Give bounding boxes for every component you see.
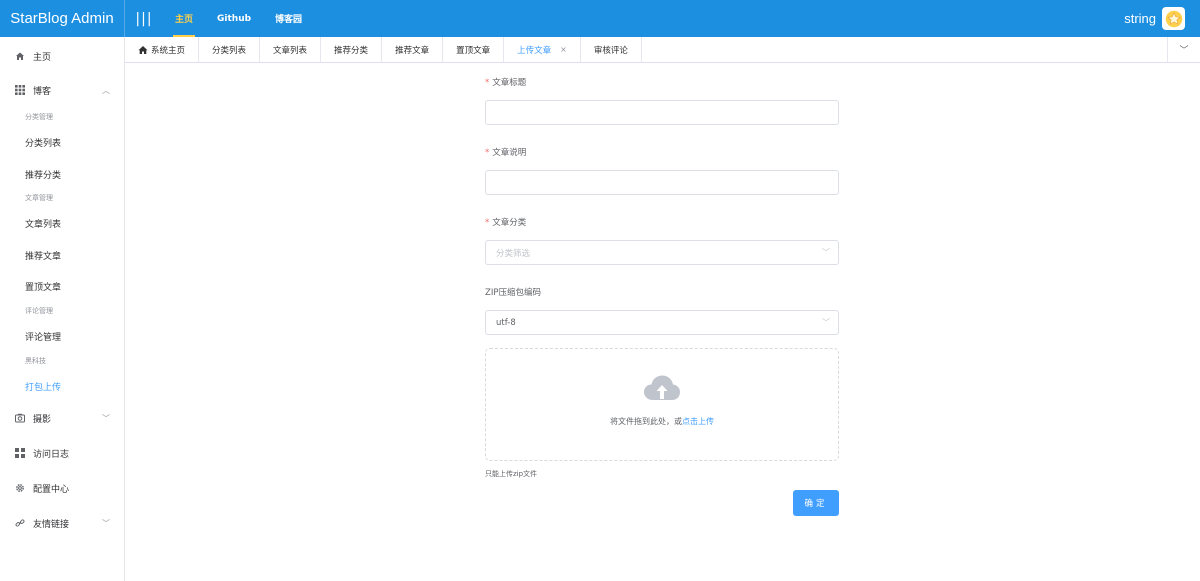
chevron-down-icon: ﹀ [102,518,110,528]
camera-icon [15,413,25,423]
chevron-down-icon: ﹀ [1179,46,1189,56]
tab-review-comments[interactable]: 审核评论 [581,37,642,62]
chevron-up-icon: ︿ [102,85,110,95]
sidebar-item-label: 主页 [33,52,52,63]
sidebar-item-category-list[interactable]: 分类列表 [25,136,61,149]
avatar[interactable] [1162,7,1185,30]
encoding-select[interactable]: utf-8 ﹀ [485,310,839,335]
tab-upload-post[interactable]: 上传文章 × [504,37,581,62]
upload-text: 将文件拖到此处，或点击上传 [610,417,714,426]
submit-button[interactable]: 确定 [793,490,839,516]
sidebar-item-label: 配置中心 [33,484,70,495]
dashboard-icon [15,448,25,458]
tab-post-list[interactable]: 文章列表 [260,37,322,62]
tab-bar: 系统主页 分类列表 文章列表 推荐分类 推荐文章 置顶文章 上传文章 × 审核评… [125,37,1200,63]
topnav-item-cnblogs[interactable]: 博客园 [263,0,314,37]
menu-toggle-icon[interactable]: ||| [125,0,163,37]
sidebar-item-featured-category[interactable]: 推荐分类 [25,168,61,181]
app-title[interactable]: StarBlog Admin [0,0,125,37]
group-title-tech: 黑科技 [25,357,46,365]
upload-dropzone[interactable]: 将文件拖到此处，或点击上传 [485,348,839,461]
required-mark: * [485,218,490,228]
title-label: * 文章标题 [485,78,527,88]
desc-input[interactable] [485,170,839,195]
star-icon [1165,10,1182,27]
sidebar-item-config[interactable]: 配置中心 [0,481,124,495]
topnav-item-github[interactable]: Github [205,0,263,37]
home-icon [138,45,148,54]
tab-label: 系统主页 [151,45,186,56]
sidebar-item-label: 友情链接 [33,519,70,530]
chevron-down-icon: ﹀ [822,248,830,257]
gear-icon [15,483,25,493]
sidebar-item-pack-upload[interactable]: 打包上传 [25,380,61,393]
chevron-down-icon: ﹀ [822,318,830,327]
upload-form: * 文章标题 * 文章说明 * 文章分类 分类筛选 ﹀ ZIP压缩包编码 utf-8 … [125,63,1200,581]
tab-featured-category[interactable]: 推荐分类 [321,37,383,62]
sidebar-item-post-list[interactable]: 文章列表 [25,217,61,230]
tab-system-home[interactable]: 系统主页 [125,37,200,62]
category-label: * 文章分类 [485,218,527,228]
tab-featured-post[interactable]: 推荐文章 [382,37,444,62]
sidebar-item-visit-log[interactable]: 访问日志 [0,446,124,460]
sidebar-item-label: 博客 [33,86,52,97]
grid-icon [15,85,25,95]
sidebar-item-blog[interactable]: 博客 ︿ [0,83,124,97]
category-placeholder: 分类筛选 [496,248,531,259]
required-mark: * [485,148,490,158]
group-title-post: 文章管理 [25,194,53,202]
sidebar-item-links[interactable]: 友情链接 ﹀ [0,516,124,530]
sidebar-item-photo[interactable]: 摄影 ﹀ [0,411,124,425]
tab-label: 上传文章 [517,45,552,56]
sidebar-item-home[interactable]: 主页 [0,49,124,63]
upload-tip: 只能上传zip文件 [485,470,538,478]
desc-label: * 文章说明 [485,148,527,158]
tab-category-list[interactable]: 分类列表 [199,37,261,62]
home-icon [15,51,25,61]
title-input[interactable] [485,100,839,125]
group-title-comment: 评论管理 [25,307,53,315]
sidebar-item-top-post[interactable]: 置顶文章 [25,280,61,293]
tab-top-post[interactable]: 置顶文章 [443,37,505,62]
encoding-label: ZIP压缩包编码 [485,288,541,298]
sidebar-item-featured-post[interactable]: 推荐文章 [25,249,61,262]
chevron-down-icon: ﹀ [102,413,110,423]
group-title-category: 分类管理 [25,113,53,121]
upload-cloud-icon [644,375,680,400]
topnav-item-home[interactable]: 主页 [163,0,205,37]
top-nav: 主页 Github 博客园 [163,0,314,37]
tabs-dropdown-button[interactable]: ﹀ [1167,37,1200,62]
sidebar-item-comment-manage[interactable]: 评论管理 [25,330,61,343]
close-icon[interactable]: × [560,45,567,54]
link-icon [15,518,25,528]
top-bar: StarBlog Admin ||| 主页 Github 博客园 string [0,0,1200,37]
sidebar-item-label: 摄影 [33,414,52,425]
username[interactable]: string [1124,11,1156,26]
user-menu[interactable]: string [1124,0,1200,37]
sidebar: 主页 博客 ︿ 分类管理 分类列表 推荐分类 文章管理 文章列表 推荐文章 置顶… [0,37,125,581]
category-select[interactable]: 分类筛选 ﹀ [485,240,839,265]
upload-link[interactable]: 点击上传 [682,417,714,426]
required-mark: * [485,78,490,88]
encoding-value: utf-8 [496,317,516,328]
sidebar-item-label: 访问日志 [33,449,70,460]
